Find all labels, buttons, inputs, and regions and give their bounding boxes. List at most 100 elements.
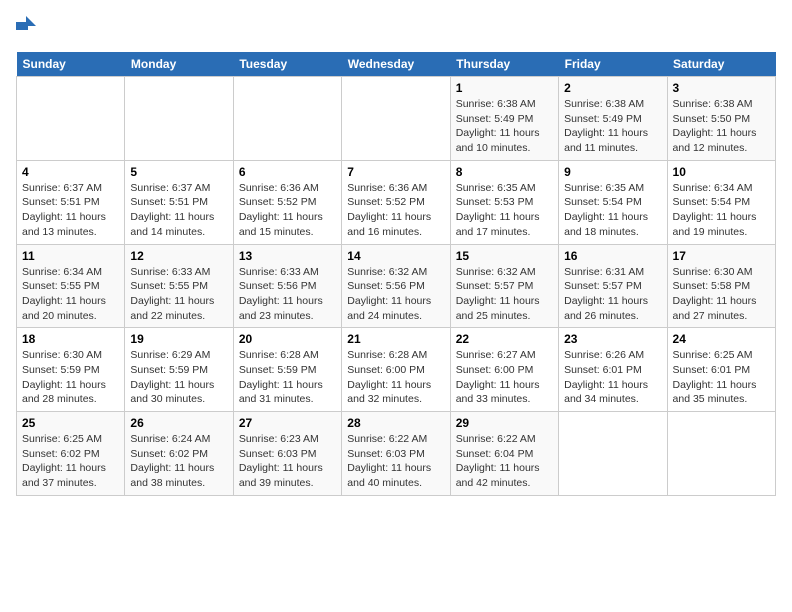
day-cell: 29 Sunrise: 6:22 AM Sunset: 6:04 PM Dayli…	[450, 412, 558, 496]
day-number: 16	[564, 249, 661, 263]
day-cell	[233, 77, 341, 161]
day-info: Sunrise: 6:30 AM Sunset: 5:58 PM Dayligh…	[673, 265, 770, 324]
day-cell: 2Sunrise: 6:38 AM Sunset: 5:49 PM Daylig…	[559, 77, 667, 161]
day-number: 25	[22, 416, 119, 430]
day-cell: 5 Sunrise: 6:37 AM Sunset: 5:51 PM Daylig…	[125, 160, 233, 244]
day-number: 12	[130, 249, 227, 263]
day-cell: 21 Sunrise: 6:28 AM Sunset: 6:00 PM Dayli…	[342, 328, 450, 412]
day-cell: 14 Sunrise: 6:32 AM Sunset: 5:56 PM Dayli…	[342, 244, 450, 328]
day-info: Sunrise: 6:22 AM Sunset: 6:03 PM Dayligh…	[347, 432, 444, 491]
day-cell: 23 Sunrise: 6:26 AM Sunset: 6:01 PM Dayli…	[559, 328, 667, 412]
day-cell	[667, 412, 775, 496]
day-cell: 10 Sunrise: 6:34 AM Sunset: 5:54 PM Dayli…	[667, 160, 775, 244]
day-cell: 26 Sunrise: 6:24 AM Sunset: 6:02 PM Dayli…	[125, 412, 233, 496]
day-cell: 15 Sunrise: 6:32 AM Sunset: 5:57 PM Dayli…	[450, 244, 558, 328]
day-number: 4	[22, 165, 119, 179]
day-info: Sunrise: 6:26 AM Sunset: 6:01 PM Dayligh…	[564, 348, 661, 407]
calendar-table: SundayMondayTuesdayWednesdayThursdayFrid…	[16, 52, 776, 496]
day-number: 19	[130, 332, 227, 346]
day-cell: 22 Sunrise: 6:27 AM Sunset: 6:00 PM Dayli…	[450, 328, 558, 412]
week-row-3: 18 Sunrise: 6:30 AM Sunset: 5:59 PM Dayli…	[17, 328, 776, 412]
day-cell: 20Sunrise: 6:28 AM Sunset: 5:59 PM Dayli…	[233, 328, 341, 412]
day-info: Sunrise: 6:27 AM Sunset: 6:00 PM Dayligh…	[456, 348, 553, 407]
day-info: Sunrise: 6:32 AM Sunset: 5:56 PM Dayligh…	[347, 265, 444, 324]
logo-icon	[16, 16, 36, 44]
day-cell: 7 Sunrise: 6:36 AM Sunset: 5:52 PM Daylig…	[342, 160, 450, 244]
day-number: 7	[347, 165, 444, 179]
day-number: 24	[673, 332, 770, 346]
day-cell: 3 Sunrise: 6:38 AM Sunset: 5:50 PM Daylig…	[667, 77, 775, 161]
day-cell: 11 Sunrise: 6:34 AM Sunset: 5:55 PM Dayli…	[17, 244, 125, 328]
day-cell: 13 Sunrise: 6:33 AM Sunset: 5:56 PM Dayli…	[233, 244, 341, 328]
day-info: Sunrise: 6:22 AM Sunset: 6:04 PM Dayligh…	[456, 432, 553, 491]
day-cell: 19 Sunrise: 6:29 AM Sunset: 5:59 PM Dayli…	[125, 328, 233, 412]
day-cell: 8Sunrise: 6:35 AM Sunset: 5:53 PM Daylig…	[450, 160, 558, 244]
day-info: Sunrise: 6:24 AM Sunset: 6:02 PM Dayligh…	[130, 432, 227, 491]
header-tuesday: Tuesday	[233, 52, 341, 77]
day-number: 2	[564, 81, 661, 95]
page-header	[16, 16, 776, 44]
day-number: 6	[239, 165, 336, 179]
day-info: Sunrise: 6:28 AM Sunset: 6:00 PM Dayligh…	[347, 348, 444, 407]
day-number: 21	[347, 332, 444, 346]
day-info: Sunrise: 6:31 AM Sunset: 5:57 PM Dayligh…	[564, 265, 661, 324]
day-cell	[559, 412, 667, 496]
day-info: Sunrise: 6:38 AM Sunset: 5:50 PM Dayligh…	[673, 97, 770, 156]
day-number: 17	[673, 249, 770, 263]
day-number: 5	[130, 165, 227, 179]
week-row-4: 25 Sunrise: 6:25 AM Sunset: 6:02 PM Dayli…	[17, 412, 776, 496]
day-info: Sunrise: 6:30 AM Sunset: 5:59 PM Dayligh…	[22, 348, 119, 407]
day-info: Sunrise: 6:28 AM Sunset: 5:59 PM Dayligh…	[239, 348, 336, 407]
header-friday: Friday	[559, 52, 667, 77]
header-monday: Monday	[125, 52, 233, 77]
day-cell: 17 Sunrise: 6:30 AM Sunset: 5:58 PM Dayli…	[667, 244, 775, 328]
day-cell: 25 Sunrise: 6:25 AM Sunset: 6:02 PM Dayli…	[17, 412, 125, 496]
day-info: Sunrise: 6:32 AM Sunset: 5:57 PM Dayligh…	[456, 265, 553, 324]
day-info: Sunrise: 6:33 AM Sunset: 5:55 PM Dayligh…	[130, 265, 227, 324]
day-info: Sunrise: 6:25 AM Sunset: 6:01 PM Dayligh…	[673, 348, 770, 407]
day-cell	[125, 77, 233, 161]
day-number: 29	[456, 416, 553, 430]
day-cell: 1 Sunrise: 6:38 AM Sunset: 5:49 PM Daylig…	[450, 77, 558, 161]
day-number: 11	[22, 249, 119, 263]
day-cell: 18 Sunrise: 6:30 AM Sunset: 5:59 PM Dayli…	[17, 328, 125, 412]
day-info: Sunrise: 6:23 AM Sunset: 6:03 PM Dayligh…	[239, 432, 336, 491]
day-cell: 9Sunrise: 6:35 AM Sunset: 5:54 PM Daylig…	[559, 160, 667, 244]
day-number: 28	[347, 416, 444, 430]
header-wednesday: Wednesday	[342, 52, 450, 77]
day-info: Sunrise: 6:36 AM Sunset: 5:52 PM Dayligh…	[347, 181, 444, 240]
day-info: Sunrise: 6:37 AM Sunset: 5:51 PM Dayligh…	[130, 181, 227, 240]
day-info: Sunrise: 6:36 AM Sunset: 5:52 PM Dayligh…	[239, 181, 336, 240]
day-cell: 16 Sunrise: 6:31 AM Sunset: 5:57 PM Dayli…	[559, 244, 667, 328]
day-number: 3	[673, 81, 770, 95]
day-cell: 27 Sunrise: 6:23 AM Sunset: 6:03 PM Dayli…	[233, 412, 341, 496]
day-cell: 6 Sunrise: 6:36 AM Sunset: 5:52 PM Daylig…	[233, 160, 341, 244]
day-info: Sunrise: 6:38 AM Sunset: 5:49 PM Dayligh…	[456, 97, 553, 156]
day-cell: 24 Sunrise: 6:25 AM Sunset: 6:01 PM Dayli…	[667, 328, 775, 412]
week-row-0: 1 Sunrise: 6:38 AM Sunset: 5:49 PM Daylig…	[17, 77, 776, 161]
calendar-header-row: SundayMondayTuesdayWednesdayThursdayFrid…	[17, 52, 776, 77]
day-number: 26	[130, 416, 227, 430]
week-row-1: 4 Sunrise: 6:37 AM Sunset: 5:51 PM Daylig…	[17, 160, 776, 244]
header-saturday: Saturday	[667, 52, 775, 77]
day-number: 18	[22, 332, 119, 346]
day-number: 23	[564, 332, 661, 346]
day-number: 10	[673, 165, 770, 179]
header-thursday: Thursday	[450, 52, 558, 77]
day-info: Sunrise: 6:29 AM Sunset: 5:59 PM Dayligh…	[130, 348, 227, 407]
day-cell: 4Sunrise: 6:37 AM Sunset: 5:51 PM Daylig…	[17, 160, 125, 244]
header-sunday: Sunday	[17, 52, 125, 77]
day-number: 15	[456, 249, 553, 263]
day-number: 13	[239, 249, 336, 263]
day-info: Sunrise: 6:25 AM Sunset: 6:02 PM Dayligh…	[22, 432, 119, 491]
day-cell	[17, 77, 125, 161]
day-number: 22	[456, 332, 553, 346]
day-info: Sunrise: 6:33 AM Sunset: 5:56 PM Dayligh…	[239, 265, 336, 324]
day-cell	[342, 77, 450, 161]
day-info: Sunrise: 6:34 AM Sunset: 5:55 PM Dayligh…	[22, 265, 119, 324]
day-info: Sunrise: 6:35 AM Sunset: 5:53 PM Dayligh…	[456, 181, 553, 240]
day-info: Sunrise: 6:34 AM Sunset: 5:54 PM Dayligh…	[673, 181, 770, 240]
day-number: 1	[456, 81, 553, 95]
day-number: 27	[239, 416, 336, 430]
day-number: 14	[347, 249, 444, 263]
